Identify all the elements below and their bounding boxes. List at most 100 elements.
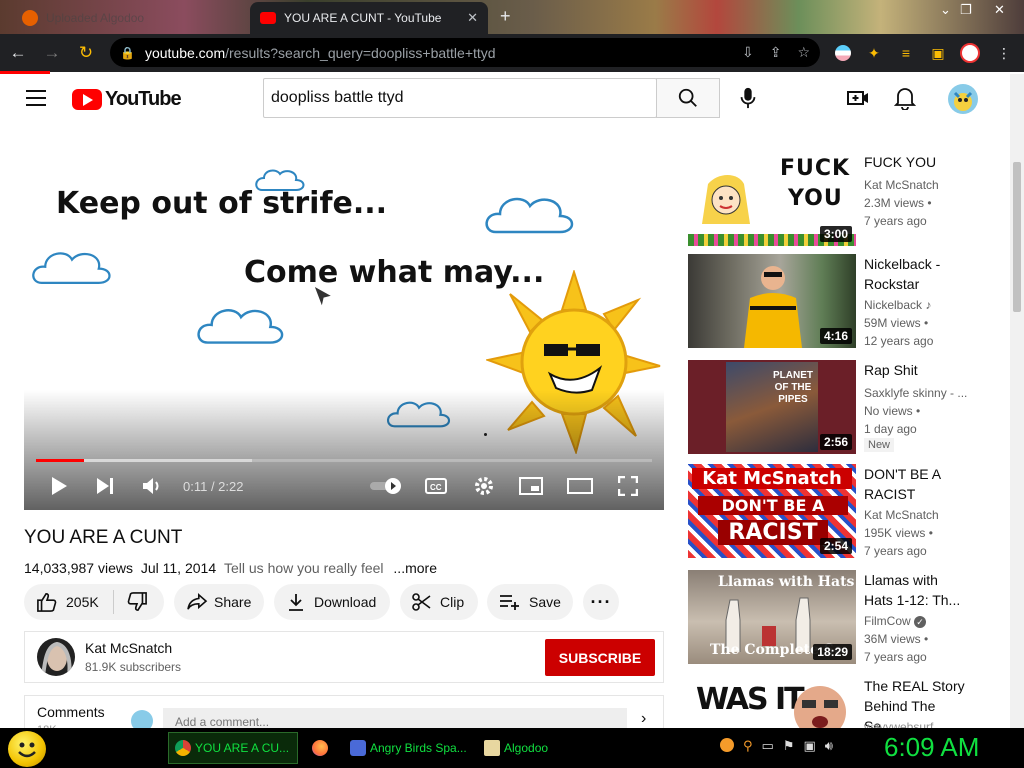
- channel-avatar[interactable]: [37, 638, 75, 676]
- related-video-1[interactable]: FUCK YOU 3:00 FUCK YOU Kat McSnatch 2.3M…: [688, 152, 1008, 248]
- lyric-line-1: Keep out of strife...: [56, 186, 388, 221]
- taskbar-item-angry-birds[interactable]: Angry Birds Spa...: [344, 732, 474, 764]
- tray-flag-icon[interactable]: ⚑: [783, 738, 795, 754]
- video-title[interactable]: Llamas with Hats 1-12: Th...: [864, 570, 968, 610]
- more-link[interactable]: ...more: [393, 560, 437, 576]
- more-actions-button[interactable]: ···: [583, 584, 619, 620]
- channel-name[interactable]: FilmCow ✓: [864, 612, 927, 630]
- video-title[interactable]: Rap Shit: [864, 360, 968, 380]
- menu-hamburger-icon[interactable]: [26, 90, 46, 106]
- channel-name[interactable]: wavywebsurf: [864, 718, 933, 728]
- dislike-button[interactable]: [114, 592, 148, 612]
- address-bar[interactable]: 🔒 youtube.com/results?search_query=doopl…: [110, 38, 820, 67]
- tray-search-icon[interactable]: ⚲: [743, 738, 753, 754]
- notifications-button[interactable]: [893, 86, 917, 113]
- youtube-logo[interactable]: YouTube: [72, 88, 182, 111]
- channel-name[interactable]: Kat McSnatch: [85, 640, 172, 656]
- video-title[interactable]: Nickelback - Rockstar: [864, 254, 968, 294]
- time-display: 0:11 / 2:22: [183, 479, 244, 494]
- profile-avatar-icon[interactable]: [960, 43, 980, 63]
- youtube-favicon-icon: [260, 12, 276, 24]
- tray-volume-icon[interactable]: 🔊︎: [825, 738, 833, 754]
- channel-name[interactable]: Kat McSnatch: [864, 176, 939, 194]
- settings-gear-icon[interactable]: [472, 475, 496, 497]
- clip-button[interactable]: Clip: [400, 584, 478, 620]
- thumb-text: Llamas with Hats: [718, 574, 855, 590]
- tray-monitor-icon[interactable]: ▭: [762, 738, 774, 754]
- bookmark-star-icon[interactable]: ☆: [797, 44, 810, 61]
- video-title[interactable]: FUCK YOU: [864, 152, 968, 172]
- search-input[interactable]: doopliss battle ttyd: [263, 78, 657, 118]
- captions-icon[interactable]: CC: [424, 475, 448, 497]
- channel-name[interactable]: Saxklyfe skinny - ...: [864, 384, 967, 402]
- related-video-2[interactable]: 4:16 Nickelback - Rockstar Nickelback ♪ …: [688, 254, 1008, 350]
- save-button[interactable]: Save: [487, 584, 573, 620]
- taskbar-item-firefox[interactable]: [306, 732, 340, 764]
- autoplay-toggle[interactable]: [368, 475, 404, 497]
- install-app-icon[interactable]: ⇩: [742, 44, 754, 61]
- subscribe-button[interactable]: SUBSCRIBE: [545, 639, 655, 676]
- video-thumbnail[interactable]: Kat McSnatch DON'T BE A RACIST 2:54: [688, 464, 856, 558]
- create-button[interactable]: [846, 86, 870, 113]
- download-button[interactable]: Download: [274, 584, 390, 620]
- more-menu-icon[interactable]: ⋮: [994, 43, 1014, 63]
- fullscreen-icon[interactable]: [616, 475, 640, 497]
- video-thumbnail[interactable]: PLANET OF THE PIPES 2:56: [688, 360, 856, 454]
- related-video-3[interactable]: PLANET OF THE PIPES 2:56 Rap Shit Saxkly…: [688, 360, 1008, 456]
- theater-mode-icon[interactable]: [566, 475, 594, 497]
- close-tab-icon[interactable]: ✕: [467, 10, 478, 26]
- tray-app-icon[interactable]: [720, 738, 734, 752]
- start-button[interactable]: [8, 731, 46, 767]
- related-video-4[interactable]: Kat McSnatch DON'T BE A RACIST 2:54 DON'…: [688, 464, 1008, 560]
- video-thumbnail[interactable]: 4:16: [688, 254, 856, 348]
- minimize-icon[interactable]: ⌄: [940, 2, 951, 18]
- taskbar-clock[interactable]: 6:09 AM: [884, 732, 979, 763]
- search-button[interactable]: [656, 78, 720, 118]
- miniplayer-icon[interactable]: [518, 475, 544, 497]
- play-icon[interactable]: [48, 475, 70, 497]
- taskbar-item-algodoo[interactable]: Algodoo: [478, 732, 604, 764]
- forward-icon[interactable]: →: [36, 43, 68, 63]
- tray-network-icon[interactable]: ▣: [803, 738, 815, 754]
- share-page-icon[interactable]: ⇪: [770, 44, 782, 61]
- related-video-5[interactable]: Llamas with Hats The Complete Se 18:29 L…: [688, 570, 1008, 666]
- channel-name[interactable]: Nickelback ♪: [864, 296, 931, 314]
- voice-search-button[interactable]: [732, 82, 764, 114]
- extensions-puzzle-icon[interactable]: ✦: [864, 43, 884, 63]
- restore-icon[interactable]: ❐: [960, 2, 972, 18]
- profile-flag-icon[interactable]: [833, 43, 853, 63]
- subscriber-count: 81.9K subscribers: [85, 660, 182, 674]
- os-taskbar: YOU ARE A CU... Angry Birds Spa... Algod…: [0, 728, 1024, 768]
- media-list-icon[interactable]: ≡: [896, 43, 916, 63]
- share-arrow-icon: [187, 593, 208, 610]
- video-title[interactable]: DON'T BE A RACIST: [864, 464, 968, 504]
- share-button[interactable]: Share: [174, 584, 264, 620]
- reload-icon[interactable]: ↻: [70, 43, 102, 63]
- view-count: 36M views •: [864, 632, 929, 646]
- video-stats[interactable]: 14,033,987 views Jul 11, 2014 Tell us ho…: [24, 560, 437, 576]
- video-thumbnail[interactable]: WAS IT: [688, 676, 856, 728]
- comments-label: Comments: [37, 704, 105, 720]
- back-icon[interactable]: ←: [2, 43, 34, 63]
- scrollbar-thumb[interactable]: [1013, 162, 1021, 312]
- chevron-right-icon[interactable]: ›: [641, 710, 646, 728]
- next-video-icon[interactable]: [94, 475, 116, 497]
- close-window-icon[interactable]: ✕: [994, 2, 1005, 18]
- new-tab-icon[interactable]: +: [500, 6, 511, 27]
- taskbar-item-chrome[interactable]: YOU ARE A CU...: [168, 732, 298, 764]
- tab-youtube[interactable]: YOU ARE A CUNT - YouTube ✕: [250, 2, 488, 34]
- volume-icon[interactable]: [140, 475, 164, 497]
- video-thumbnail[interactable]: Llamas with Hats The Complete Se 18:29: [688, 570, 856, 664]
- progress-bar[interactable]: [36, 459, 652, 462]
- taskbar-label: Algodoo: [504, 741, 549, 755]
- account-avatar[interactable]: [948, 84, 978, 114]
- like-button[interactable]: 205K: [24, 590, 114, 614]
- related-video-6[interactable]: WAS IT The REAL Story Behind The Se... w…: [688, 676, 1008, 728]
- channel-name[interactable]: Kat McSnatch: [864, 506, 939, 524]
- page-scrollbar[interactable]: [1010, 74, 1024, 728]
- upload-age: 7 years ago: [864, 214, 927, 228]
- video-player[interactable]: Keep out of strife... Come what may... 0…: [24, 152, 664, 510]
- video-thumbnail[interactable]: FUCK YOU 3:00: [688, 152, 856, 246]
- sidepanel-icon[interactable]: ▣: [928, 43, 948, 63]
- tab-algodoo[interactable]: Uploaded Algodoo: [12, 2, 244, 34]
